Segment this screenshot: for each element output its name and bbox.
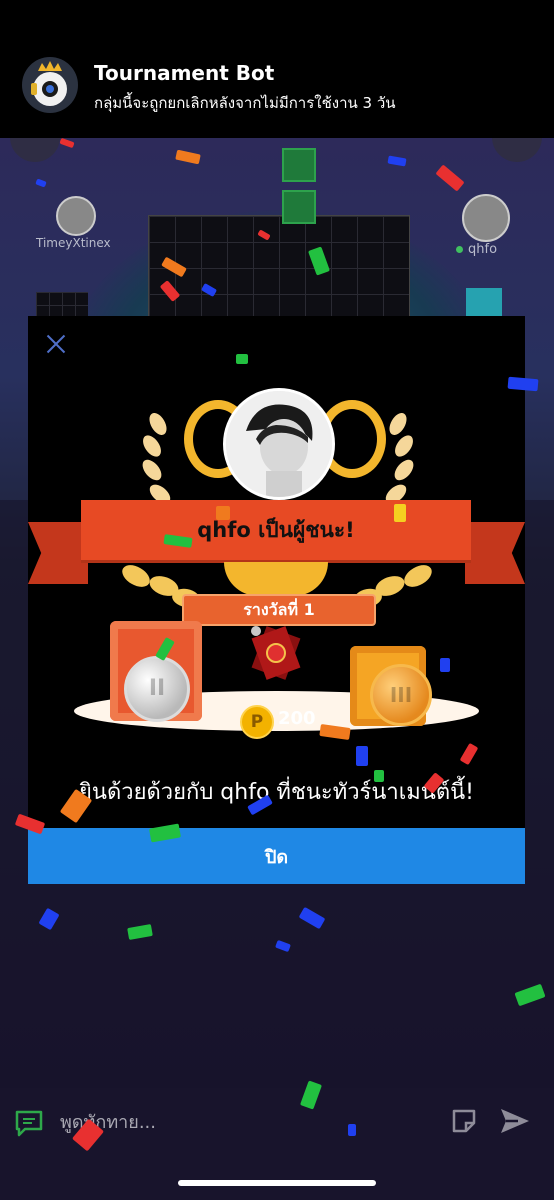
ribbon-tail-right: [465, 522, 525, 584]
bot-avatar: [22, 57, 78, 113]
notification-header: Tournament Bot กลุ่มนี้จะถูกยกเลิกหลังจา…: [0, 0, 554, 138]
frame-prize-icon: [251, 626, 301, 680]
online-indicator: [456, 246, 463, 253]
sticker-icon[interactable]: [450, 1107, 478, 1135]
confetti-piece: [216, 506, 230, 520]
ribbon-tail-left: [28, 522, 88, 584]
rank-banner: รางวัลที่ 1: [182, 594, 376, 626]
player-avatar-left: [56, 196, 96, 236]
close-modal-button[interactable]: ปิด: [28, 828, 525, 884]
coin-icon: P: [240, 705, 274, 739]
confetti-piece: [374, 770, 384, 782]
confetti-piece: [394, 504, 406, 522]
person-photo-icon: [226, 391, 332, 497]
rank-label: รางวัลที่ 1: [243, 600, 315, 619]
home-indicator: [178, 1180, 376, 1186]
silver-medal-icon: II: [124, 656, 190, 722]
player-avatar-right: [462, 194, 510, 242]
player-name-right: qhfo: [468, 242, 498, 257]
message-input[interactable]: [58, 1100, 442, 1144]
trophy-base: [224, 562, 328, 596]
winner-ribbon: qhfo เป็นผู้ชนะ!: [81, 500, 471, 560]
congratulations-message: ยินด้วยด้วยกับ qhfo ที่ชนะทัวร์นาเมนต์นี…: [79, 780, 474, 805]
robot-icon: [31, 61, 67, 106]
falling-block: [282, 148, 316, 182]
winner-modal: qhfo เป็นผู้ชนะ! รางวัลที่ 1 II III P 20…: [28, 316, 525, 836]
confetti-piece: [348, 1124, 356, 1136]
coin-amount: 200: [278, 708, 316, 729]
winner-banner-text: qhfo เป็นผู้ชนะ!: [197, 518, 355, 542]
falling-block: [282, 190, 316, 224]
bot-name: Tournament Bot: [94, 61, 275, 85]
group-expiry-notice: กลุ่มนี้จะถูกยกเลิกหลังจากไม่มีการใช้งาน…: [94, 94, 396, 112]
chat-bubble-icon[interactable]: [14, 1108, 44, 1138]
send-icon[interactable]: [498, 1104, 532, 1138]
player-name-left: TimeyXtinex: [36, 236, 111, 250]
winner-avatar: [223, 388, 335, 500]
confetti-piece: [236, 354, 248, 364]
bronze-medal-icon: III: [370, 664, 432, 726]
close-icon[interactable]: [44, 332, 68, 356]
confetti-piece: [507, 376, 539, 392]
confetti-piece: [440, 658, 450, 672]
confetti-piece: [356, 746, 368, 766]
